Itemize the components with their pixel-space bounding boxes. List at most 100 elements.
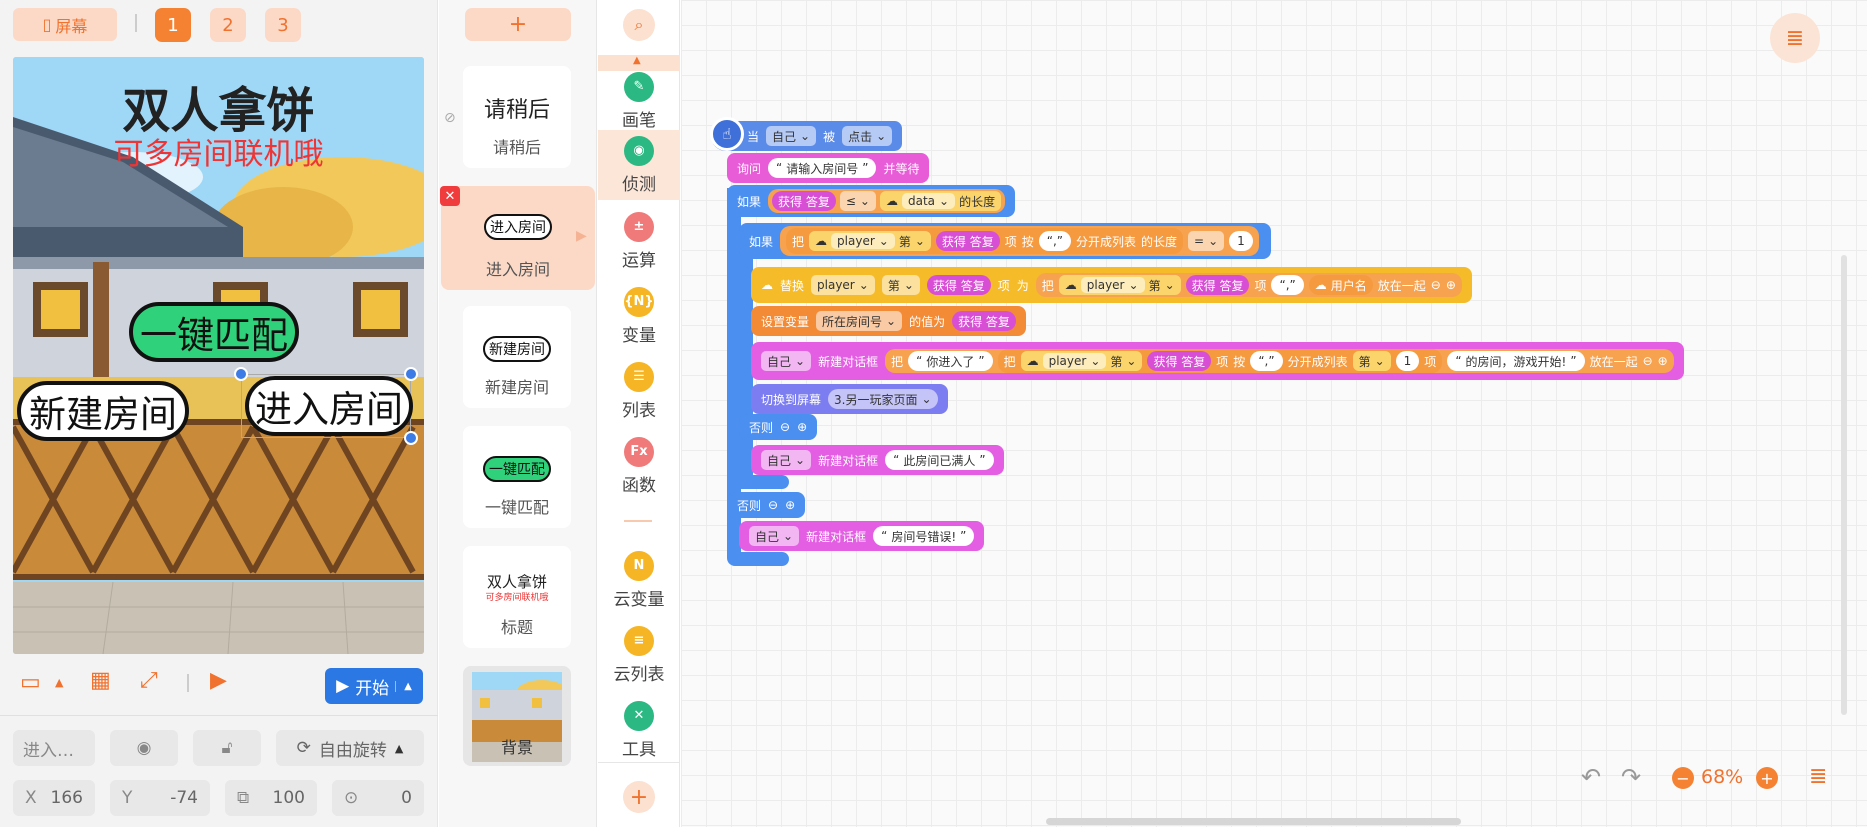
answer-reporter[interactable]: 获得 答复 bbox=[952, 311, 1016, 331]
category-tools[interactable]: ✕ 工具 bbox=[598, 695, 680, 765]
page-tab-3[interactable]: 3 bbox=[265, 8, 301, 42]
redo-icon[interactable]: ↷ bbox=[1621, 763, 1641, 791]
answer-reporter[interactable]: 获得 答复 bbox=[926, 275, 991, 295]
join-reporter[interactable]: 把 “你进入了” 把 ☁ player ⌄ 第 ⌄ 获得 答复 项 按 “,” 分开成… bbox=[885, 349, 1674, 373]
list-dropdown[interactable]: player ⌄ bbox=[811, 275, 875, 295]
string-input[interactable]: “你进入了” bbox=[908, 351, 993, 371]
phone-view-icon[interactable]: ▭ bbox=[20, 670, 41, 695]
zoom-in-icon[interactable]: + bbox=[1756, 767, 1778, 789]
page-tab-2[interactable]: 2 bbox=[210, 8, 246, 42]
zoom-out-icon[interactable]: − bbox=[1672, 767, 1694, 789]
x-field[interactable]: X 166 bbox=[13, 780, 95, 816]
sprite-card[interactable]: 请稍后 请稍后 bbox=[463, 66, 571, 168]
new-room-sprite[interactable]: 新建房间 bbox=[17, 381, 189, 441]
enter-room-sprite[interactable]: 进入房间 bbox=[245, 376, 413, 436]
direction-field[interactable]: ⊙ 0 bbox=[332, 780, 424, 816]
number-input[interactable]: 1 bbox=[1229, 231, 1253, 251]
new-dialog-block[interactable]: 自己 ⌄ 新建对话框 把 “你进入了” 把 ☁ player ⌄ 第 ⌄ 获得 答复 项… bbox=[751, 342, 1684, 380]
category-cloud-lists[interactable]: ≡ 云列表 bbox=[598, 620, 680, 690]
equals-operator[interactable]: 把 ☁ player ⌄ 第 ⌄ 获得 答复 项 按 “,” 分开成列表 的长度 = ⌄… bbox=[780, 226, 1259, 256]
page-tab-1[interactable]: 1 bbox=[155, 8, 191, 42]
start-options-icon[interactable]: ▲ bbox=[395, 680, 412, 692]
cloud-list-item[interactable]: ☁ player ⌄ 第 ⌄ bbox=[1058, 275, 1181, 295]
string-input[interactable]: “,” bbox=[1038, 231, 1072, 251]
code-workspace[interactable]: ≣ 当 自己 ⌄ 被 点击 ⌄ ☝ 询问 “请输入房间号” 并等待 如果 获得 答复… bbox=[681, 0, 1867, 827]
new-dialog-block[interactable]: 自己 ⌄ 新建对话框 “此房间已满人” bbox=[751, 445, 1004, 475]
category-sensing[interactable]: ◉ 侦测 bbox=[598, 130, 680, 200]
string-input[interactable]: “请输入房间号” bbox=[768, 158, 877, 178]
plus-icon[interactable]: ⊕ bbox=[797, 420, 807, 434]
new-dialog-block[interactable]: 自己 ⌄ 新建对话框 “房间号错误!” bbox=[739, 521, 985, 551]
delete-sprite-icon[interactable]: ✕ bbox=[440, 186, 460, 206]
event-dropdown[interactable]: 点击 ⌄ bbox=[842, 126, 893, 146]
string-input[interactable]: “此房间已满人” bbox=[885, 450, 994, 470]
search-icon[interactable]: ⌕ bbox=[623, 9, 655, 41]
workspace-menu-icon[interactable]: ≣ bbox=[1770, 13, 1820, 63]
category-functions[interactable]: Fx 函数 bbox=[598, 431, 680, 501]
answer-reporter[interactable]: 获得 答复 bbox=[1185, 275, 1250, 295]
background-card[interactable]: 背景 bbox=[463, 666, 571, 766]
start-button[interactable]: ▶ 开始 ▲ bbox=[325, 668, 423, 704]
operator-dropdown[interactable]: = ⌄ bbox=[1188, 231, 1225, 251]
compare-operator[interactable]: 获得 答复 ≤ ⌄ ☁ data ⌄ 的长度 bbox=[768, 189, 1006, 213]
screen-dropdown[interactable]: 3.另一玩家页面 ⌄ bbox=[828, 389, 938, 409]
string-input[interactable]: “,” bbox=[1250, 351, 1283, 371]
ask-and-wait-block[interactable]: 询问 “请输入房间号” 并等待 bbox=[727, 153, 930, 183]
sprite-dropdown[interactable]: 自己 ⌄ bbox=[766, 126, 817, 146]
undo-icon[interactable]: ↶ bbox=[1581, 763, 1601, 791]
cloud-replace-block[interactable]: ☁ 替换 player ⌄ 第 ⌄ 获得 答复 项 为 把 ☁ player ⌄ 第 ⌄ … bbox=[751, 267, 1472, 303]
fullscreen-icon[interactable]: ⤢ bbox=[140, 668, 158, 693]
set-variable-block[interactable]: 设置变量 所在房间号 ⌄ 的值为 获得 答复 bbox=[751, 306, 1026, 336]
username-reporter[interactable]: ☁ 用户名 bbox=[1308, 275, 1373, 295]
switch-screen-block[interactable]: 切换到屏幕 3.另一玩家页面 ⌄ bbox=[751, 384, 948, 414]
match-sprite[interactable]: 一键匹配 bbox=[129, 302, 299, 362]
string-input[interactable]: “的房间，游戏开始!” bbox=[1447, 351, 1585, 371]
caret-up-icon[interactable]: ▲ bbox=[633, 55, 641, 66]
category-variables[interactable]: {N} 变量 bbox=[598, 281, 680, 351]
list-length-reporter[interactable]: 把 ☁ player ⌄ 第 ⌄ 获得 答复 项 按 “,” 分开成列表 的长度 bbox=[786, 228, 1184, 254]
plus-icon[interactable]: ⊕ bbox=[785, 498, 795, 512]
scale-handle[interactable] bbox=[404, 431, 418, 445]
cloud-list-item[interactable]: ☁ player ⌄ 第 ⌄ bbox=[1020, 351, 1143, 371]
preview-icon[interactable]: ▶ bbox=[210, 668, 227, 693]
add-extension-icon[interactable]: + bbox=[623, 781, 655, 813]
string-input[interactable]: “,” bbox=[1271, 275, 1304, 295]
add-sprite-button[interactable]: + bbox=[465, 8, 571, 41]
y-field[interactable]: Y -74 bbox=[110, 780, 210, 816]
rotation-mode-select[interactable]: ⟳ 自由旋转 ▲ bbox=[276, 730, 424, 766]
answer-reporter[interactable]: 获得 答复 bbox=[772, 191, 836, 211]
operator-dropdown[interactable]: ≤ ⌄ bbox=[839, 191, 876, 211]
plus-icon[interactable]: ⊕ bbox=[1658, 354, 1668, 368]
resize-handle[interactable] bbox=[234, 367, 248, 381]
sprite-card[interactable]: 一键匹配 一键匹配 bbox=[463, 426, 571, 528]
size-field[interactable]: ⧉ 100 bbox=[225, 780, 317, 816]
screen-button[interactable]: ▯ 屏幕 bbox=[13, 8, 117, 41]
category-lists[interactable]: ☰ 列表 bbox=[598, 356, 680, 426]
if-else-block[interactable]: 如果 获得 答复 ≤ ⌄ ☁ data ⌄ 的长度 bbox=[727, 185, 1016, 217]
sprite-card[interactable]: 双人拿饼 可多房间联机哦 标题 bbox=[463, 546, 571, 648]
variable-dropdown[interactable]: 所在房间号 ⌄ bbox=[816, 311, 903, 331]
cloud-list-item[interactable]: ☁ player ⌄ 第 ⌄ bbox=[809, 231, 931, 251]
string-input[interactable]: “房间号错误!” bbox=[873, 526, 975, 546]
category-operators[interactable]: ± 运算 bbox=[598, 206, 680, 276]
sprite-dropdown[interactable]: 自己 ⌄ bbox=[749, 526, 800, 546]
sprite-card[interactable]: 新建房间 新建房间 bbox=[463, 306, 571, 408]
caret-right-icon[interactable]: ▶ bbox=[576, 228, 587, 244]
minus-icon[interactable]: ⊖ bbox=[768, 498, 778, 512]
if-block[interactable]: 如果 把 ☁ player ⌄ 第 ⌄ 获得 答复 项 按 “,” 分开成列表 的长度… bbox=[739, 223, 1271, 259]
lock-toggle[interactable]: 🔓︎ bbox=[193, 730, 261, 766]
category-cloud-variables[interactable]: N 云变量 bbox=[598, 545, 680, 615]
stage-canvas[interactable]: 双人拿饼 可多房间联机哦 一键匹配 新建房间 进入房间 bbox=[13, 57, 424, 654]
hidden-eye-icon[interactable]: ⊘ bbox=[444, 110, 456, 126]
sprite-card-selected[interactable]: 进入房间 进入房间 bbox=[441, 186, 595, 290]
category-pen[interactable]: ✎ 画笔 bbox=[598, 66, 680, 136]
cloud-list-length[interactable]: ☁ data ⌄ 的长度 bbox=[879, 191, 1002, 211]
plus-icon[interactable]: ⊕ bbox=[1446, 278, 1456, 292]
visibility-toggle[interactable]: ◉ bbox=[110, 730, 178, 766]
rotate-handle[interactable] bbox=[404, 367, 418, 381]
minus-icon[interactable]: ⊖ bbox=[780, 420, 790, 434]
number-input[interactable]: 1 bbox=[1395, 351, 1420, 371]
grid-icon[interactable]: ▦ bbox=[90, 668, 111, 693]
sprite-dropdown[interactable]: 自己 ⌄ bbox=[761, 450, 812, 470]
minus-icon[interactable]: ⊖ bbox=[1643, 354, 1653, 368]
